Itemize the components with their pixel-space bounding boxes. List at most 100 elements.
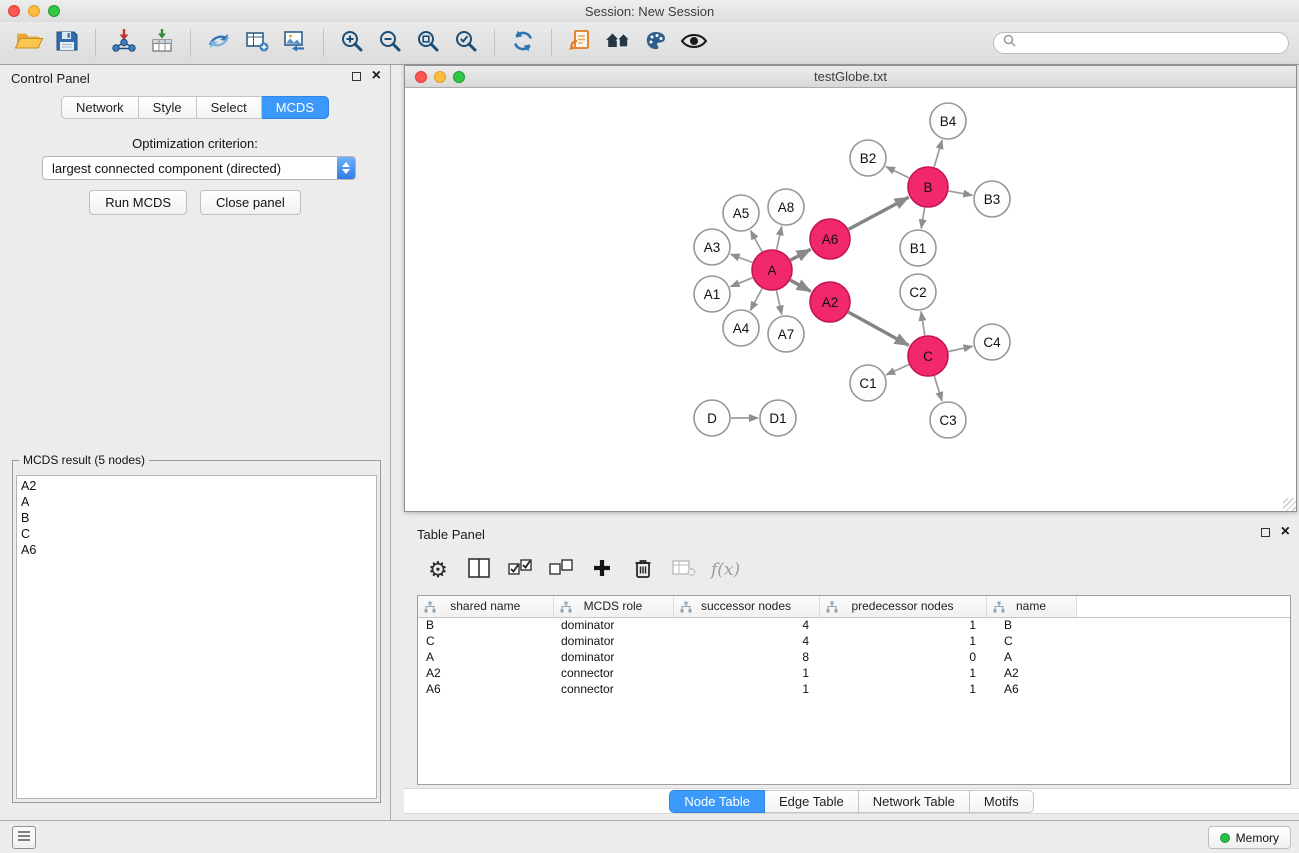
column-header-predecessor-nodes[interactable]: predecessor nodes — [819, 596, 986, 617]
result-list-item[interactable]: A6 — [21, 542, 372, 558]
memory-button[interactable]: Memory — [1208, 826, 1291, 849]
node-C3[interactable]: C3 — [930, 402, 966, 438]
result-list-item[interactable]: A — [21, 494, 372, 510]
table-row[interactable]: A2connector11A2 — [418, 665, 1290, 681]
table-row[interactable]: A6connector11A6 — [418, 681, 1290, 697]
edge-A-A8[interactable] — [777, 227, 782, 250]
edge-B-B2[interactable] — [886, 167, 909, 178]
node-D1[interactable]: D1 — [760, 400, 796, 436]
edge-C-C1[interactable] — [886, 365, 909, 375]
edge-C-C3[interactable] — [934, 376, 942, 401]
edge-A2-C[interactable] — [848, 312, 908, 345]
node-A1[interactable]: A1 — [694, 276, 730, 312]
result-list-item[interactable]: C — [21, 526, 372, 542]
node-B1[interactable]: B1 — [900, 230, 936, 266]
tab-style[interactable]: Style — [139, 96, 197, 119]
close-panel-icon[interactable]: × — [1281, 526, 1290, 538]
edge-C-C4[interactable] — [949, 346, 973, 351]
table-row[interactable]: Cdominator41C — [418, 633, 1290, 649]
edge-A-A1[interactable] — [731, 278, 753, 287]
function-builder-button[interactable]: f(x) — [711, 555, 740, 585]
zoom-fit-button[interactable] — [409, 26, 447, 60]
edge-C-C2[interactable] — [921, 312, 925, 336]
column-header-MCDS-role[interactable]: MCDS role — [553, 596, 673, 617]
tab-node-table[interactable]: Node Table — [669, 790, 765, 813]
column-header-shared-name[interactable]: shared name — [418, 596, 553, 617]
tab-network-table[interactable]: Network Table — [859, 790, 970, 813]
clone-network-button[interactable] — [238, 26, 276, 60]
add-column-button[interactable] — [588, 555, 616, 585]
import-network-button[interactable] — [105, 26, 143, 60]
apply-layout-button[interactable] — [504, 26, 542, 60]
zoom-in-button[interactable] — [333, 26, 371, 60]
edge-B-B3[interactable] — [949, 191, 973, 195]
node-A7[interactable]: A7 — [768, 316, 804, 352]
node-C1[interactable]: C1 — [850, 365, 886, 401]
node-A[interactable]: A — [752, 250, 792, 290]
delete-table-button[interactable] — [670, 555, 698, 585]
network-canvas[interactable]: B4 B2 B B3 A8A5 A6 A3 B1 A C2 A1 A2 A4A7 C4 C C1 D D1 C3 — [405, 89, 1296, 511]
export-image-button[interactable] — [276, 26, 314, 60]
node-C2[interactable]: C2 — [900, 274, 936, 310]
table-settings-button[interactable]: ⚙ — [424, 555, 452, 585]
node-B3[interactable]: B3 — [974, 181, 1010, 217]
import-table-button[interactable] — [143, 26, 181, 60]
float-panel-icon[interactable] — [1261, 528, 1270, 537]
open-session-button[interactable] — [10, 26, 48, 60]
tab-mcds[interactable]: MCDS — [262, 96, 329, 119]
result-list-item[interactable]: A2 — [21, 478, 372, 494]
node-C[interactable]: C — [908, 336, 948, 376]
tab-select[interactable]: Select — [197, 96, 262, 119]
mcds-result-list[interactable]: A2ABCA6 — [16, 475, 377, 799]
criterion-dropdown[interactable]: largest connected component (directed) — [42, 156, 356, 180]
node-A3[interactable]: A3 — [694, 229, 730, 265]
edge-A-A2[interactable] — [790, 280, 810, 291]
delete-column-button[interactable] — [629, 555, 657, 585]
tab-motifs[interactable]: Motifs — [970, 790, 1034, 813]
float-panel-icon[interactable] — [352, 72, 361, 81]
save-session-button[interactable] — [48, 26, 86, 60]
node-A5[interactable]: A5 — [723, 195, 759, 231]
select-all-button[interactable] — [506, 555, 534, 585]
node-B2[interactable]: B2 — [850, 140, 886, 176]
tab-network[interactable]: Network — [61, 96, 139, 119]
window-resize-grip[interactable] — [1283, 498, 1296, 511]
network-window-titlebar[interactable]: testGlobe.txt — [405, 66, 1296, 88]
run-mcds-button[interactable]: Run MCDS — [89, 190, 187, 215]
copy-view-button[interactable] — [561, 26, 599, 60]
edge-A-A6[interactable] — [791, 249, 811, 260]
edge-A-A5[interactable] — [751, 231, 762, 252]
task-history-button[interactable] — [12, 826, 36, 849]
edge-B-B1[interactable] — [921, 208, 924, 229]
new-network-button[interactable] — [200, 26, 238, 60]
show-columns-button[interactable] — [465, 555, 493, 585]
node-A8[interactable]: A8 — [768, 189, 804, 225]
zoom-out-button[interactable] — [371, 26, 409, 60]
first-neighbors-button[interactable] — [599, 26, 637, 60]
node-D[interactable]: D — [694, 400, 730, 436]
graphics-details-button[interactable] — [675, 26, 713, 60]
table-row[interactable]: Adominator80A — [418, 649, 1290, 665]
edge-A6-B[interactable] — [849, 197, 909, 229]
close-panel-button[interactable]: Close panel — [200, 190, 301, 215]
toolbar-search[interactable] — [993, 32, 1289, 54]
node-A2[interactable]: A2 — [810, 282, 850, 322]
zoom-selected-button[interactable] — [447, 26, 485, 60]
column-header-name[interactable]: name — [986, 596, 1076, 617]
result-list-item[interactable]: B — [21, 510, 372, 526]
node-A6[interactable]: A6 — [810, 219, 850, 259]
edge-B-B4[interactable] — [934, 140, 942, 167]
node-A4[interactable]: A4 — [723, 310, 759, 346]
paint-style-button[interactable] — [637, 26, 675, 60]
edge-A-A7[interactable] — [777, 291, 782, 315]
column-header-successor-nodes[interactable]: successor nodes — [673, 596, 819, 617]
node-B4[interactable]: B4 — [930, 103, 966, 139]
search-input[interactable] — [1022, 36, 1279, 51]
node-C4[interactable]: C4 — [974, 324, 1010, 360]
tab-edge-table[interactable]: Edge Table — [765, 790, 859, 813]
close-panel-icon[interactable]: × — [372, 70, 381, 82]
table-row[interactable]: Bdominator41B — [418, 617, 1290, 633]
edge-A-A3[interactable] — [731, 254, 753, 262]
node-B[interactable]: B — [908, 167, 948, 207]
edge-A-A4[interactable] — [750, 289, 762, 311]
